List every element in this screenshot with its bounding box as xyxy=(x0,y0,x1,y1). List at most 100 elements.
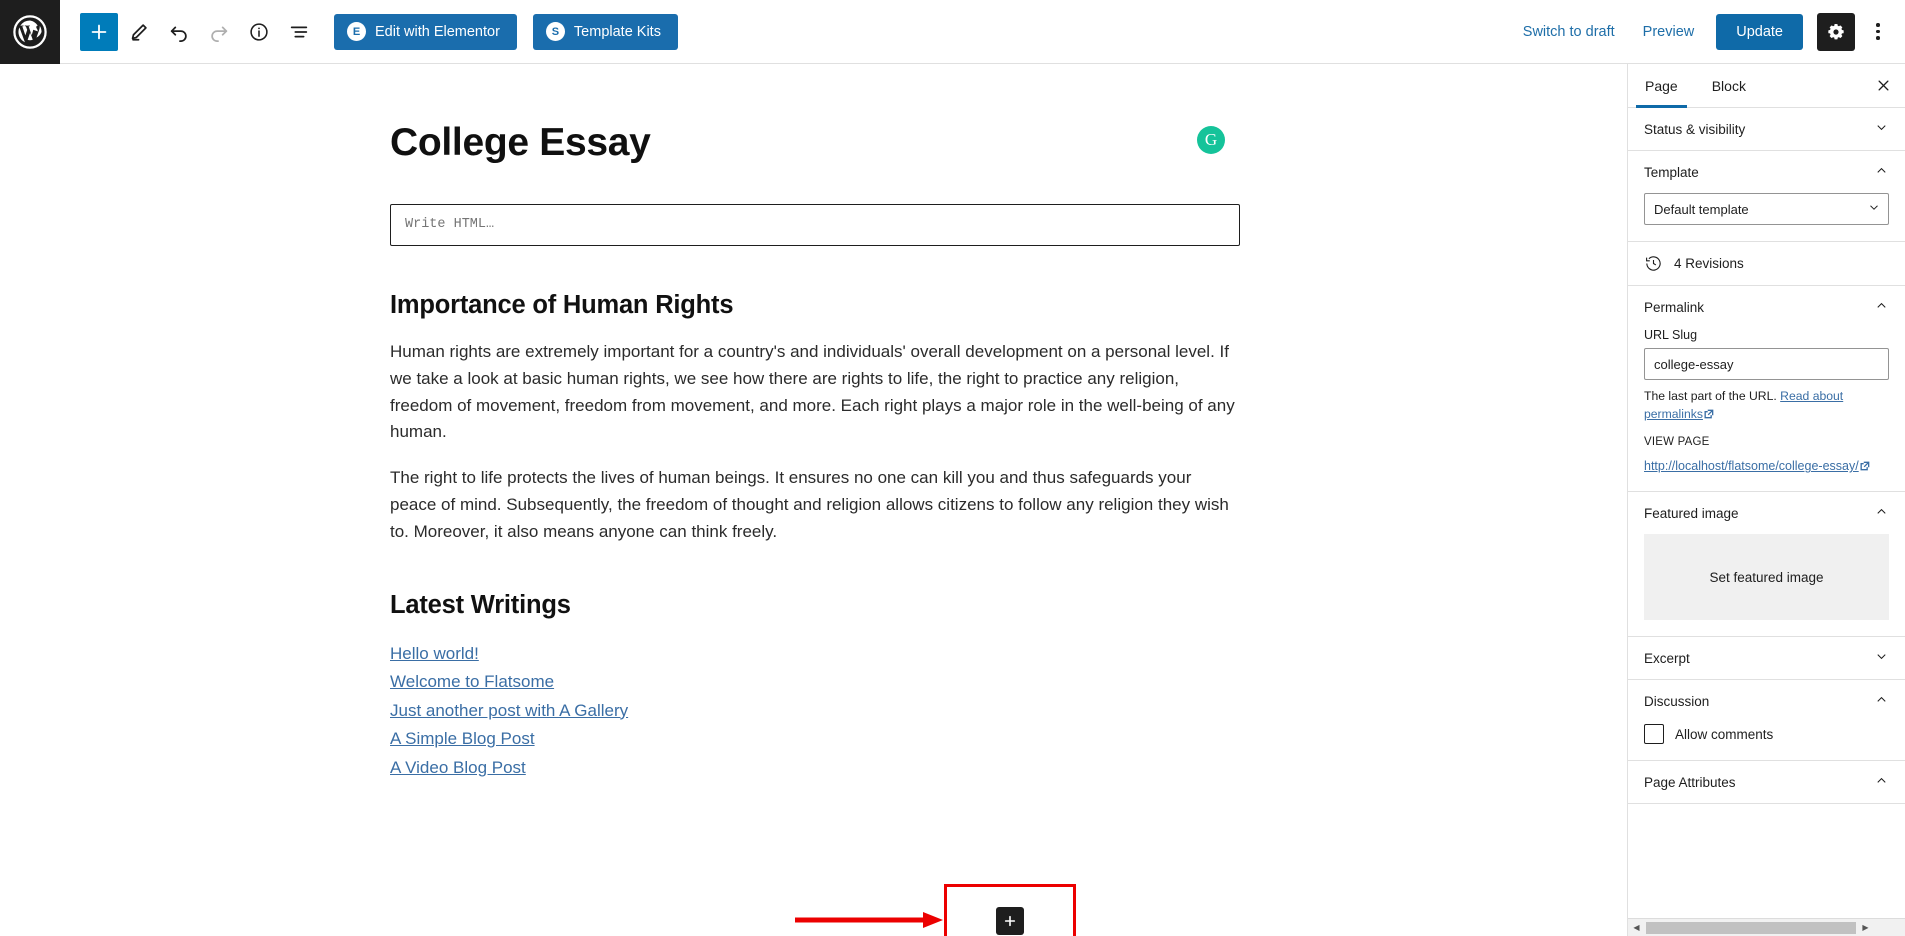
wordpress-logo-icon xyxy=(13,14,47,49)
url-slug-input[interactable] xyxy=(1644,348,1889,380)
view-page-link[interactable]: http://localhost/flatsome/college-essay/ xyxy=(1644,459,1870,473)
list-item[interactable]: Welcome to Flatsome xyxy=(390,671,1240,693)
revisions-clock-icon xyxy=(1646,256,1661,271)
panel-template: Template Default template xyxy=(1628,151,1905,242)
panel-discussion: Discussion Allow comments xyxy=(1628,680,1905,762)
list-item[interactable]: A Simple Blog Post xyxy=(390,728,1240,750)
plus-icon xyxy=(91,24,107,39)
url-slug-label: URL Slug xyxy=(1644,328,1698,342)
template-select-value: Default template xyxy=(1654,201,1749,217)
heading-importance-of-human-rights[interactable]: Importance of Human Rights xyxy=(390,291,1240,320)
paragraph-right-to-life[interactable]: The right to life protects the lives of … xyxy=(390,465,1240,546)
latest-writings-list: Hello world! Welcome to Flatsome Just an… xyxy=(390,643,1240,779)
annotation-arrow xyxy=(795,912,943,928)
panel-discussion-title: Discussion xyxy=(1644,693,1710,709)
panel-featured-image: Featured image Set featured image xyxy=(1628,492,1905,638)
set-featured-image-button[interactable]: Set featured image xyxy=(1644,534,1889,621)
grammarly-icon[interactable]: G xyxy=(1197,126,1225,154)
sidebar-horizontal-scrollbar[interactable]: ◀ ▶ xyxy=(1628,918,1905,936)
allow-comments-checkbox[interactable] xyxy=(1644,724,1664,745)
scrollbar-thumb[interactable] xyxy=(1646,921,1856,934)
panel-page-attributes-header[interactable]: Page Attributes xyxy=(1628,761,1905,803)
panel-excerpt-title: Excerpt xyxy=(1644,650,1690,666)
edit-with-elementor-button[interactable]: E Edit with Elementor xyxy=(334,13,517,50)
switch-to-draft-button[interactable]: Switch to draft xyxy=(1511,16,1627,48)
settings-sidebar: Page Block Status & visibility Template … xyxy=(1627,64,1905,936)
settings-button[interactable] xyxy=(1817,12,1855,51)
panel-permalink-header[interactable]: Permalink xyxy=(1628,286,1905,328)
template-select[interactable]: Default template xyxy=(1644,193,1889,225)
close-sidebar-button[interactable] xyxy=(1861,64,1905,107)
page-title[interactable]: College Essay xyxy=(390,121,1240,166)
more-vertical-icon xyxy=(1876,23,1880,40)
tab-page[interactable]: Page xyxy=(1628,64,1695,108)
add-block-button[interactable] xyxy=(80,12,118,51)
details-button[interactable] xyxy=(240,13,278,51)
chevron-up-icon xyxy=(1874,504,1889,522)
chevron-up-icon xyxy=(1874,692,1889,710)
preview-button[interactable]: Preview xyxy=(1631,16,1707,48)
sidebar-tabs: Page Block xyxy=(1628,64,1905,108)
editor-canvas: College Essay G Write HTML… Importance o… xyxy=(0,64,1627,936)
panel-excerpt: Excerpt xyxy=(1628,637,1905,681)
redo-button[interactable] xyxy=(200,13,238,51)
html-block[interactable]: Write HTML… xyxy=(390,203,1240,246)
allow-comments-label: Allow comments xyxy=(1675,726,1774,742)
edit-tool-button[interactable] xyxy=(120,13,158,51)
wordpress-logo[interactable] xyxy=(0,0,60,64)
list-item[interactable]: A Video Blog Post xyxy=(390,757,1240,779)
chevron-down-icon xyxy=(1867,201,1881,218)
tab-block[interactable]: Block xyxy=(1695,64,1763,107)
close-icon xyxy=(1878,80,1888,91)
list-item[interactable]: Hello world! xyxy=(390,643,1240,665)
template-kits-label: Template Kits xyxy=(573,23,661,40)
panel-page-attributes-title: Page Attributes xyxy=(1644,774,1736,790)
html-block-placeholder: Write HTML… xyxy=(405,217,495,233)
panel-status-visibility-header[interactable]: Status & visibility xyxy=(1628,108,1905,150)
template-kits-badge-icon: S xyxy=(545,22,565,41)
list-view-button[interactable] xyxy=(280,13,318,51)
list-view-icon xyxy=(290,26,308,37)
allow-comments-row[interactable]: Allow comments xyxy=(1644,722,1889,745)
panel-featured-image-body: Set featured image xyxy=(1628,534,1905,636)
post-content-column: College Essay G Write HTML… Importance o… xyxy=(390,64,1240,785)
permalink-help-label: The last part of the URL. xyxy=(1644,389,1777,403)
scroll-right-arrow-icon[interactable]: ▶ xyxy=(1857,919,1874,936)
panel-template-header[interactable]: Template xyxy=(1628,151,1905,193)
undo-button[interactable] xyxy=(160,13,198,51)
panel-permalink-body: URL Slug The last part of the URL. Read … xyxy=(1628,328,1905,491)
heading-latest-writings[interactable]: Latest Writings xyxy=(390,591,1240,620)
permalink-help-text: The last part of the URL. Read about per… xyxy=(1644,388,1889,423)
toolbar-left-tools: E Edit with Elementor S Template Kits xyxy=(60,12,678,51)
template-kits-button[interactable]: S Template Kits xyxy=(532,13,678,50)
more-options-button[interactable] xyxy=(1861,13,1895,51)
redo-icon xyxy=(211,26,228,42)
panel-permalink: Permalink URL Slug The last part of the … xyxy=(1628,286,1905,493)
toolbar-right-actions: Switch to draft Preview Update xyxy=(1511,12,1905,51)
chevron-down-icon xyxy=(1874,120,1889,138)
annotation-highlight-box xyxy=(944,884,1076,936)
revisions-row[interactable]: 4 Revisions xyxy=(1628,242,1905,286)
chevron-up-icon xyxy=(1874,298,1889,316)
list-item[interactable]: Just another post with A Gallery xyxy=(390,700,1240,722)
plus-icon xyxy=(1004,915,1016,926)
block-appender-button[interactable] xyxy=(996,906,1024,935)
elementor-badge-icon: E xyxy=(347,22,366,41)
panel-page-attributes: Page Attributes xyxy=(1628,761,1905,805)
panel-status-visibility-title: Status & visibility xyxy=(1644,121,1746,137)
external-link-icon xyxy=(1860,460,1870,471)
panel-discussion-body: Allow comments xyxy=(1628,722,1905,760)
undo-icon xyxy=(170,26,187,42)
revisions-label: 4 Revisions xyxy=(1674,256,1744,271)
panel-excerpt-header[interactable]: Excerpt xyxy=(1628,637,1905,679)
info-icon xyxy=(250,22,268,41)
scroll-left-arrow-icon[interactable]: ◀ xyxy=(1628,919,1645,936)
view-page-label: VIEW PAGE xyxy=(1644,436,1710,449)
update-button[interactable]: Update xyxy=(1716,13,1803,50)
paragraph-human-rights-intro[interactable]: Human rights are extremely important for… xyxy=(390,339,1240,446)
panel-featured-image-header[interactable]: Featured image xyxy=(1628,492,1905,534)
gear-icon xyxy=(1828,23,1844,39)
editor-top-toolbar: E Edit with Elementor S Template Kits Sw… xyxy=(0,0,1905,64)
panel-discussion-header[interactable]: Discussion xyxy=(1628,680,1905,722)
chevron-up-icon xyxy=(1874,163,1889,181)
